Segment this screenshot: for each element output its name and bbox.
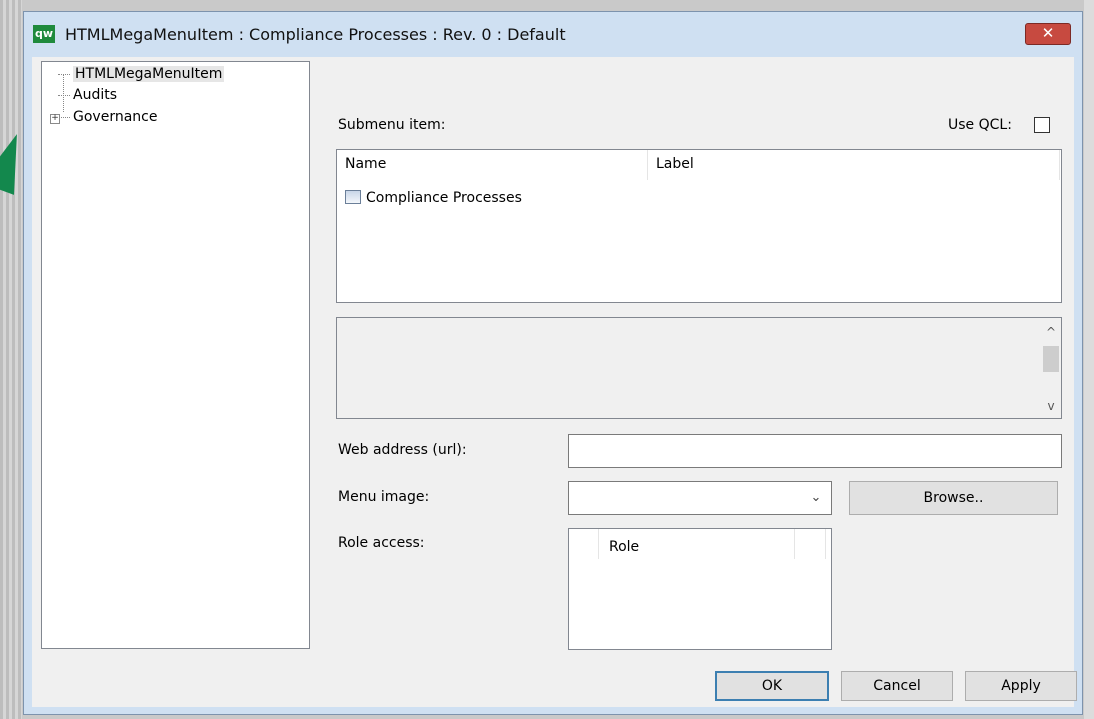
tree-item-label: Audits	[73, 87, 118, 103]
expand-plus-icon[interactable]: +	[50, 114, 60, 124]
apply-button[interactable]: Apply	[965, 671, 1077, 701]
description-text-area[interactable]: ^ v	[336, 317, 1062, 419]
close-button[interactable]: ✕	[1025, 23, 1071, 45]
submenu-item-grid[interactable]: Name Label Compliance Processes	[336, 149, 1062, 303]
submenu-item-label: Submenu item:	[338, 117, 446, 133]
web-address-label: Web address (url):	[338, 442, 467, 458]
column-header-name[interactable]: Name	[337, 150, 647, 180]
chevron-down-icon[interactable]: ⌄	[807, 488, 825, 508]
column-header-role[interactable]: Role	[599, 529, 789, 559]
column-separator	[1059, 150, 1060, 180]
vertical-scrollbar[interactable]: ^ v	[1041, 318, 1061, 418]
tree-item-htmlmegamenuitem[interactable]: HTMLMegaMenuItem	[58, 64, 225, 84]
grid-header: Name Label	[337, 150, 1061, 180]
row-name: Compliance Processes	[366, 190, 522, 206]
column-separator	[825, 529, 826, 559]
role-access-label: Role access:	[338, 535, 425, 551]
column-separator	[794, 529, 795, 559]
tree-item-label: HTMLMegaMenuItem	[73, 66, 225, 82]
web-address-input[interactable]	[568, 434, 1062, 468]
app-logo-icon: qw	[33, 25, 55, 43]
table-icon	[345, 190, 361, 204]
scroll-thumb[interactable]	[1043, 346, 1059, 372]
table-row[interactable]: Compliance Processes	[345, 190, 522, 206]
tree-item-governance[interactable]: Governance	[58, 107, 157, 127]
scroll-down-icon[interactable]: v	[1041, 396, 1061, 416]
column-header-label[interactable]: Label	[648, 150, 1058, 180]
menu-image-select[interactable]: ⌄	[568, 481, 832, 515]
role-access-grid[interactable]: Role	[568, 528, 832, 650]
scroll-up-icon[interactable]: ^	[1041, 322, 1061, 342]
browse-button[interactable]: Browse..	[849, 481, 1058, 515]
cancel-button[interactable]: Cancel	[841, 671, 953, 701]
background-strip	[0, 0, 22, 719]
menu-image-label: Menu image:	[338, 489, 430, 505]
ok-button[interactable]: OK	[715, 671, 829, 701]
window-title: HTMLMegaMenuItem : Compliance Processes …	[65, 25, 566, 44]
navigation-tree[interactable]: HTMLMegaMenuItem Audits Governance +	[41, 61, 310, 649]
tree-item-label: Governance	[73, 109, 158, 125]
tree-item-audits[interactable]: Audits	[58, 85, 117, 105]
dialog-window: qw HTMLMegaMenuItem : Compliance Process…	[23, 11, 1083, 715]
use-qcl-label: Use QCL:	[948, 117, 1012, 133]
dialog-client-area: HTMLMegaMenuItem Audits Governance + Sub…	[32, 57, 1077, 707]
background-strip-right	[1084, 0, 1094, 719]
use-qcl-checkbox[interactable]	[1034, 117, 1050, 133]
title-bar: qw HTMLMegaMenuItem : Compliance Process…	[24, 12, 1082, 56]
